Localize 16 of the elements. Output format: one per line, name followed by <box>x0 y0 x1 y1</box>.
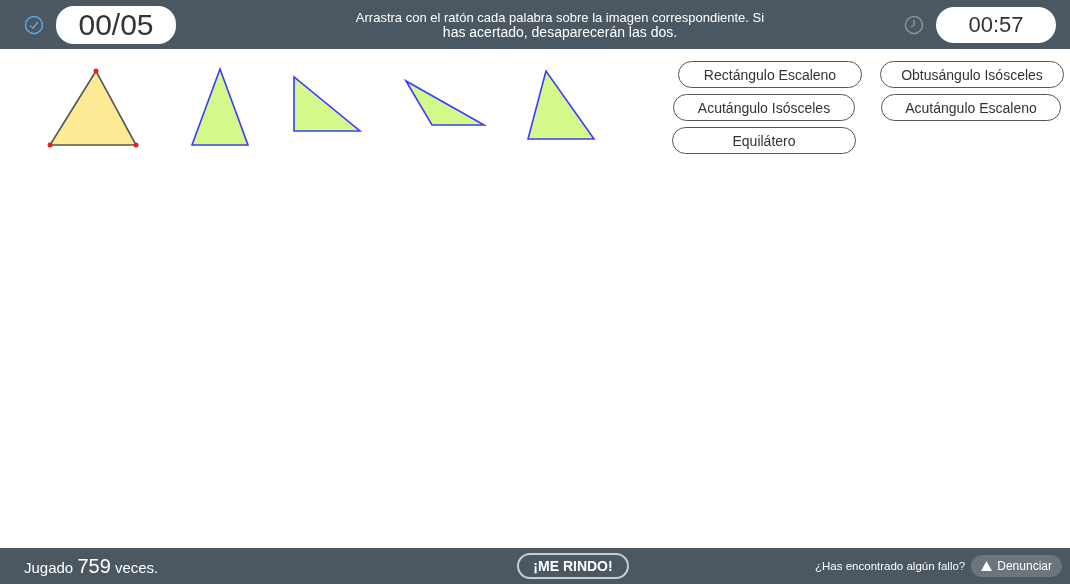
word-chip[interactable]: Rectángulo Escaleno <box>678 61 862 88</box>
score-counter: 00/05 <box>56 5 176 44</box>
report-button[interactable]: Denunciar <box>971 555 1062 577</box>
timer: 00:57 <box>936 6 1056 43</box>
check-circle-icon <box>24 14 44 35</box>
give-up-button[interactable]: ¡ME RINDO! <box>517 553 629 579</box>
clock-icon <box>904 14 924 35</box>
word-chip[interactable]: Obtusángulo Isósceles <box>880 61 1064 88</box>
warning-icon <box>981 561 993 571</box>
instructions-line: has acertado, desaparecerán las dos. <box>442 24 678 40</box>
play-count: Jugado 759 veces. <box>24 554 160 578</box>
report-question: ¿Has encontrado algún fallo? <box>815 560 966 572</box>
word-chip[interactable]: Acutángulo Escaleno <box>881 94 1061 121</box>
instructions-line: Arrastra con el ratón cada palabra sobre la imagen correspondiente. Si <box>355 9 765 25</box>
word-chip[interactable]: Acutángulo Isósceles <box>673 94 855 121</box>
word-chip[interactable]: Equilátero <box>672 127 856 154</box>
